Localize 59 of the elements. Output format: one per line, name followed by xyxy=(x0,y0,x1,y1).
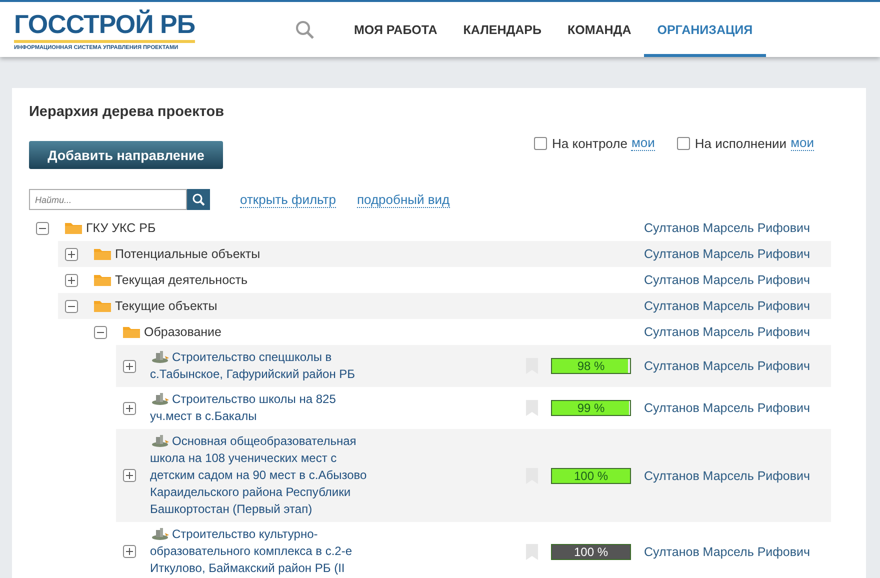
building-icon xyxy=(152,393,170,405)
project-name[interactable]: Основная общеобразовательная школа на 108 ученических мест с детским садом на 90 мест в с.Абызово Караидельского района Республики Башкортостан (Первый этап) xyxy=(150,433,378,518)
expander-icon[interactable] xyxy=(123,469,136,482)
expander-icon[interactable] xyxy=(65,300,78,312)
expander-icon[interactable] xyxy=(94,326,107,338)
expander-icon[interactable] xyxy=(123,402,136,414)
building-icon xyxy=(152,435,170,447)
owner-link[interactable]: Султанов Марсель Рифович xyxy=(644,468,831,482)
folder-icon xyxy=(123,326,140,338)
expander-icon[interactable] xyxy=(36,222,49,234)
expander-icon[interactable] xyxy=(65,274,78,286)
owner-link[interactable]: Султанов Марсель Рифович xyxy=(644,273,831,287)
checkbox[interactable] xyxy=(676,136,690,150)
progress-value: 99 % xyxy=(576,401,606,415)
view-link[interactable]: подробный вид xyxy=(356,192,450,208)
expander-icon[interactable] xyxy=(65,248,78,260)
owner-link[interactable]: Султанов Марсель Рифович xyxy=(644,325,831,339)
search-field[interactable]: Найти... xyxy=(29,189,187,210)
building-icon xyxy=(152,351,170,363)
folder-icon xyxy=(65,222,82,234)
nav-tab[interactable]: ОРГАНИЗАЦИЯ xyxy=(644,2,766,57)
filter-label: На контроле xyxy=(552,136,628,150)
progress-value: 98 % xyxy=(576,359,606,373)
folder-icon xyxy=(94,274,111,286)
search-icon[interactable] xyxy=(295,20,315,40)
owner-link[interactable]: Султанов Марсель Рифович xyxy=(644,221,831,235)
project-name[interactable]: Строительство культурно-образовательного комплекса в с.2-е Иткулово, Баймакский район РБ (II xyxy=(150,526,378,577)
nav-tab[interactable]: КАЛЕНДАРЬ xyxy=(450,2,554,57)
building-icon xyxy=(152,528,170,540)
checkbox[interactable] xyxy=(534,136,548,150)
tree-item-label[interactable]: Текущая деятельность xyxy=(115,273,248,287)
folder-icon xyxy=(94,248,111,260)
filter-label: На исполнении xyxy=(694,136,787,150)
nav-tab[interactable]: КОМАНДА xyxy=(554,2,644,57)
panel-title: Иерархия дерева проектов xyxy=(29,104,226,120)
owner-link[interactable]: Султанов Марсель Рифович xyxy=(644,401,831,415)
tree-item-label[interactable]: Образование xyxy=(144,325,222,339)
project-name[interactable]: Строительство школы на 825 уч.мест в с.Бакалы xyxy=(150,391,378,425)
expander-icon[interactable] xyxy=(123,545,136,558)
add-direction-button[interactable]: Добавить направление xyxy=(29,141,223,169)
tree-item-label[interactable]: ГКУ УКС РБ xyxy=(86,221,156,235)
owner-link[interactable]: Султанов Марсель Рифович xyxy=(644,359,831,373)
project-name[interactable]: Строительство спецшколы в с.Табынское, Гафурийский район РБ xyxy=(150,349,378,383)
folder-icon xyxy=(94,300,111,312)
tree-item-label[interactable]: Потенциальные объекты xyxy=(115,247,260,261)
owner-link[interactable]: Султанов Марсель Рифович xyxy=(644,247,831,261)
mine-link[interactable]: мои xyxy=(790,135,814,151)
mine-link[interactable]: мои xyxy=(631,135,655,151)
owner-link[interactable]: Султанов Марсель Рифович xyxy=(644,544,831,558)
progress-value: 100 % xyxy=(572,544,610,558)
owner-link[interactable]: Султанов Марсель Рифович xyxy=(644,299,831,313)
tree-item-label[interactable]: Текущие объекты xyxy=(115,299,218,313)
expander-icon[interactable] xyxy=(123,360,136,372)
search-icon xyxy=(192,193,205,206)
progress-value: 100 % xyxy=(572,468,610,482)
view-link[interactable]: открыть фильтр xyxy=(240,192,336,208)
search-button[interactable] xyxy=(187,189,210,210)
nav-tab[interactable]: МОЯ РАБОТА xyxy=(341,2,450,57)
logo-title: ГОССТРОЙ РБ xyxy=(14,8,196,42)
